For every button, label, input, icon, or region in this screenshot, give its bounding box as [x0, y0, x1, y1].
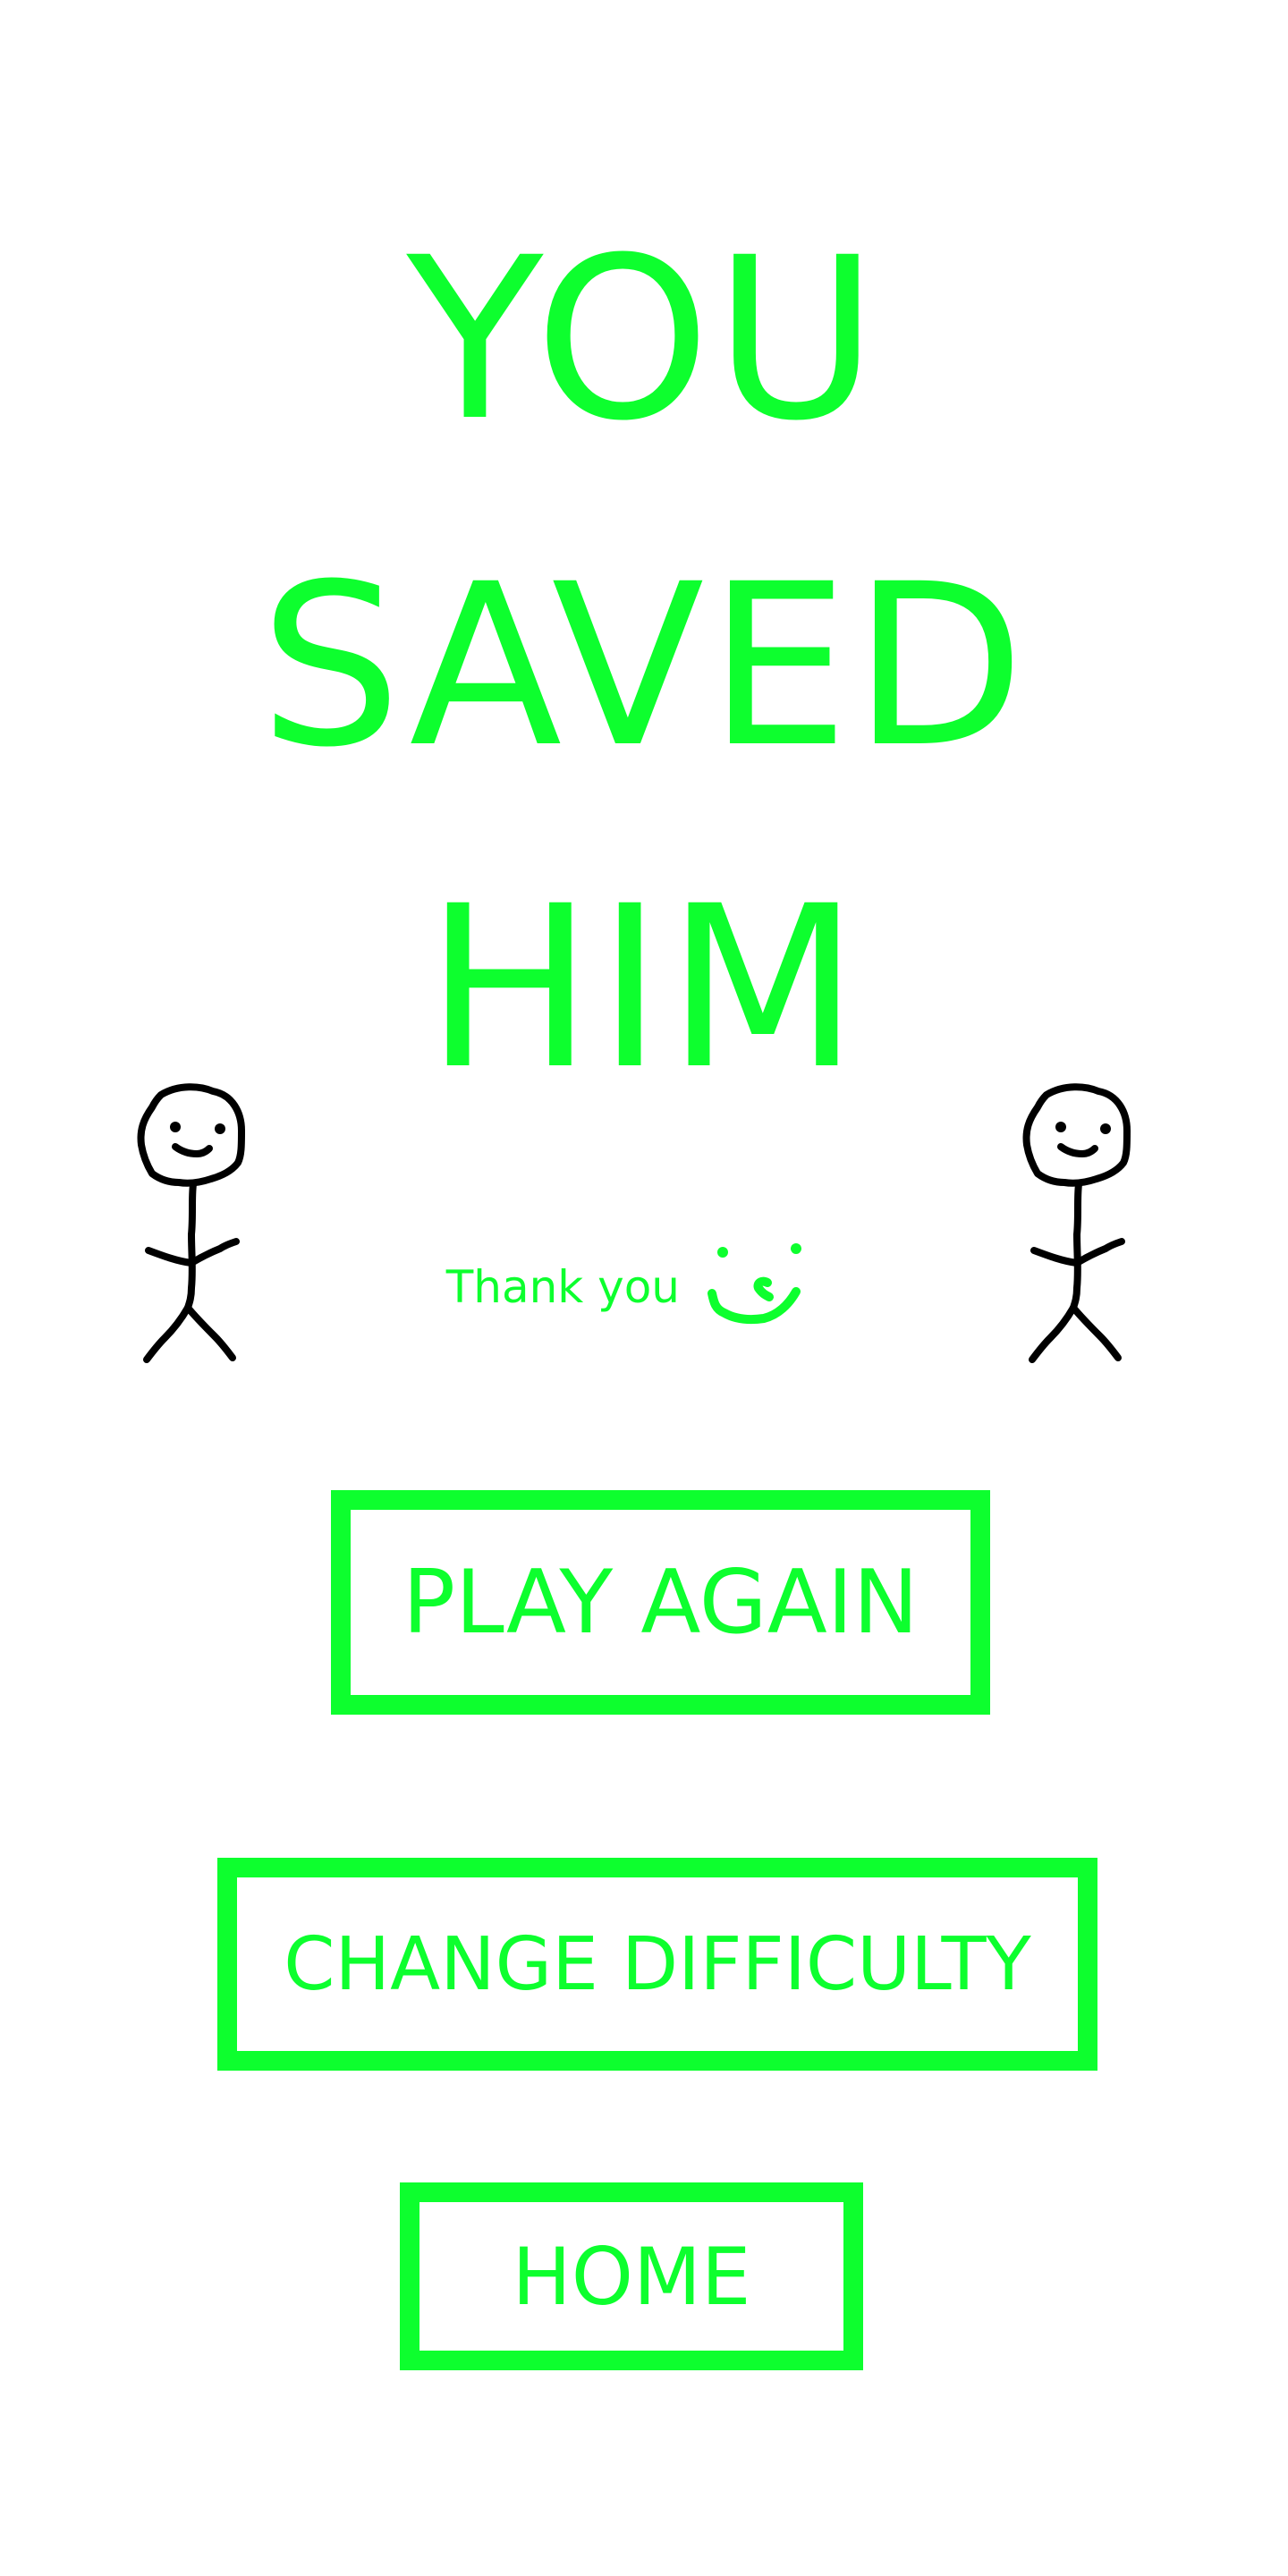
change-difficulty-button[interactable]: CHANGE DIFFICULTY [217, 1858, 1097, 2071]
stick-figure-right-icon [1022, 1083, 1131, 1363]
stick-figure-left-icon [137, 1083, 245, 1363]
smiley-face-icon [708, 1243, 801, 1325]
title-line-him: HIM [425, 858, 863, 1118]
thank-you-text: Thank you [445, 1261, 680, 1313]
play-again-button[interactable]: PLAY AGAIN [331, 1490, 990, 1715]
home-button[interactable]: HOME [400, 2182, 863, 2370]
title-line-saved: SAVED [259, 536, 1029, 796]
title-line-you: YOU [406, 209, 882, 470]
